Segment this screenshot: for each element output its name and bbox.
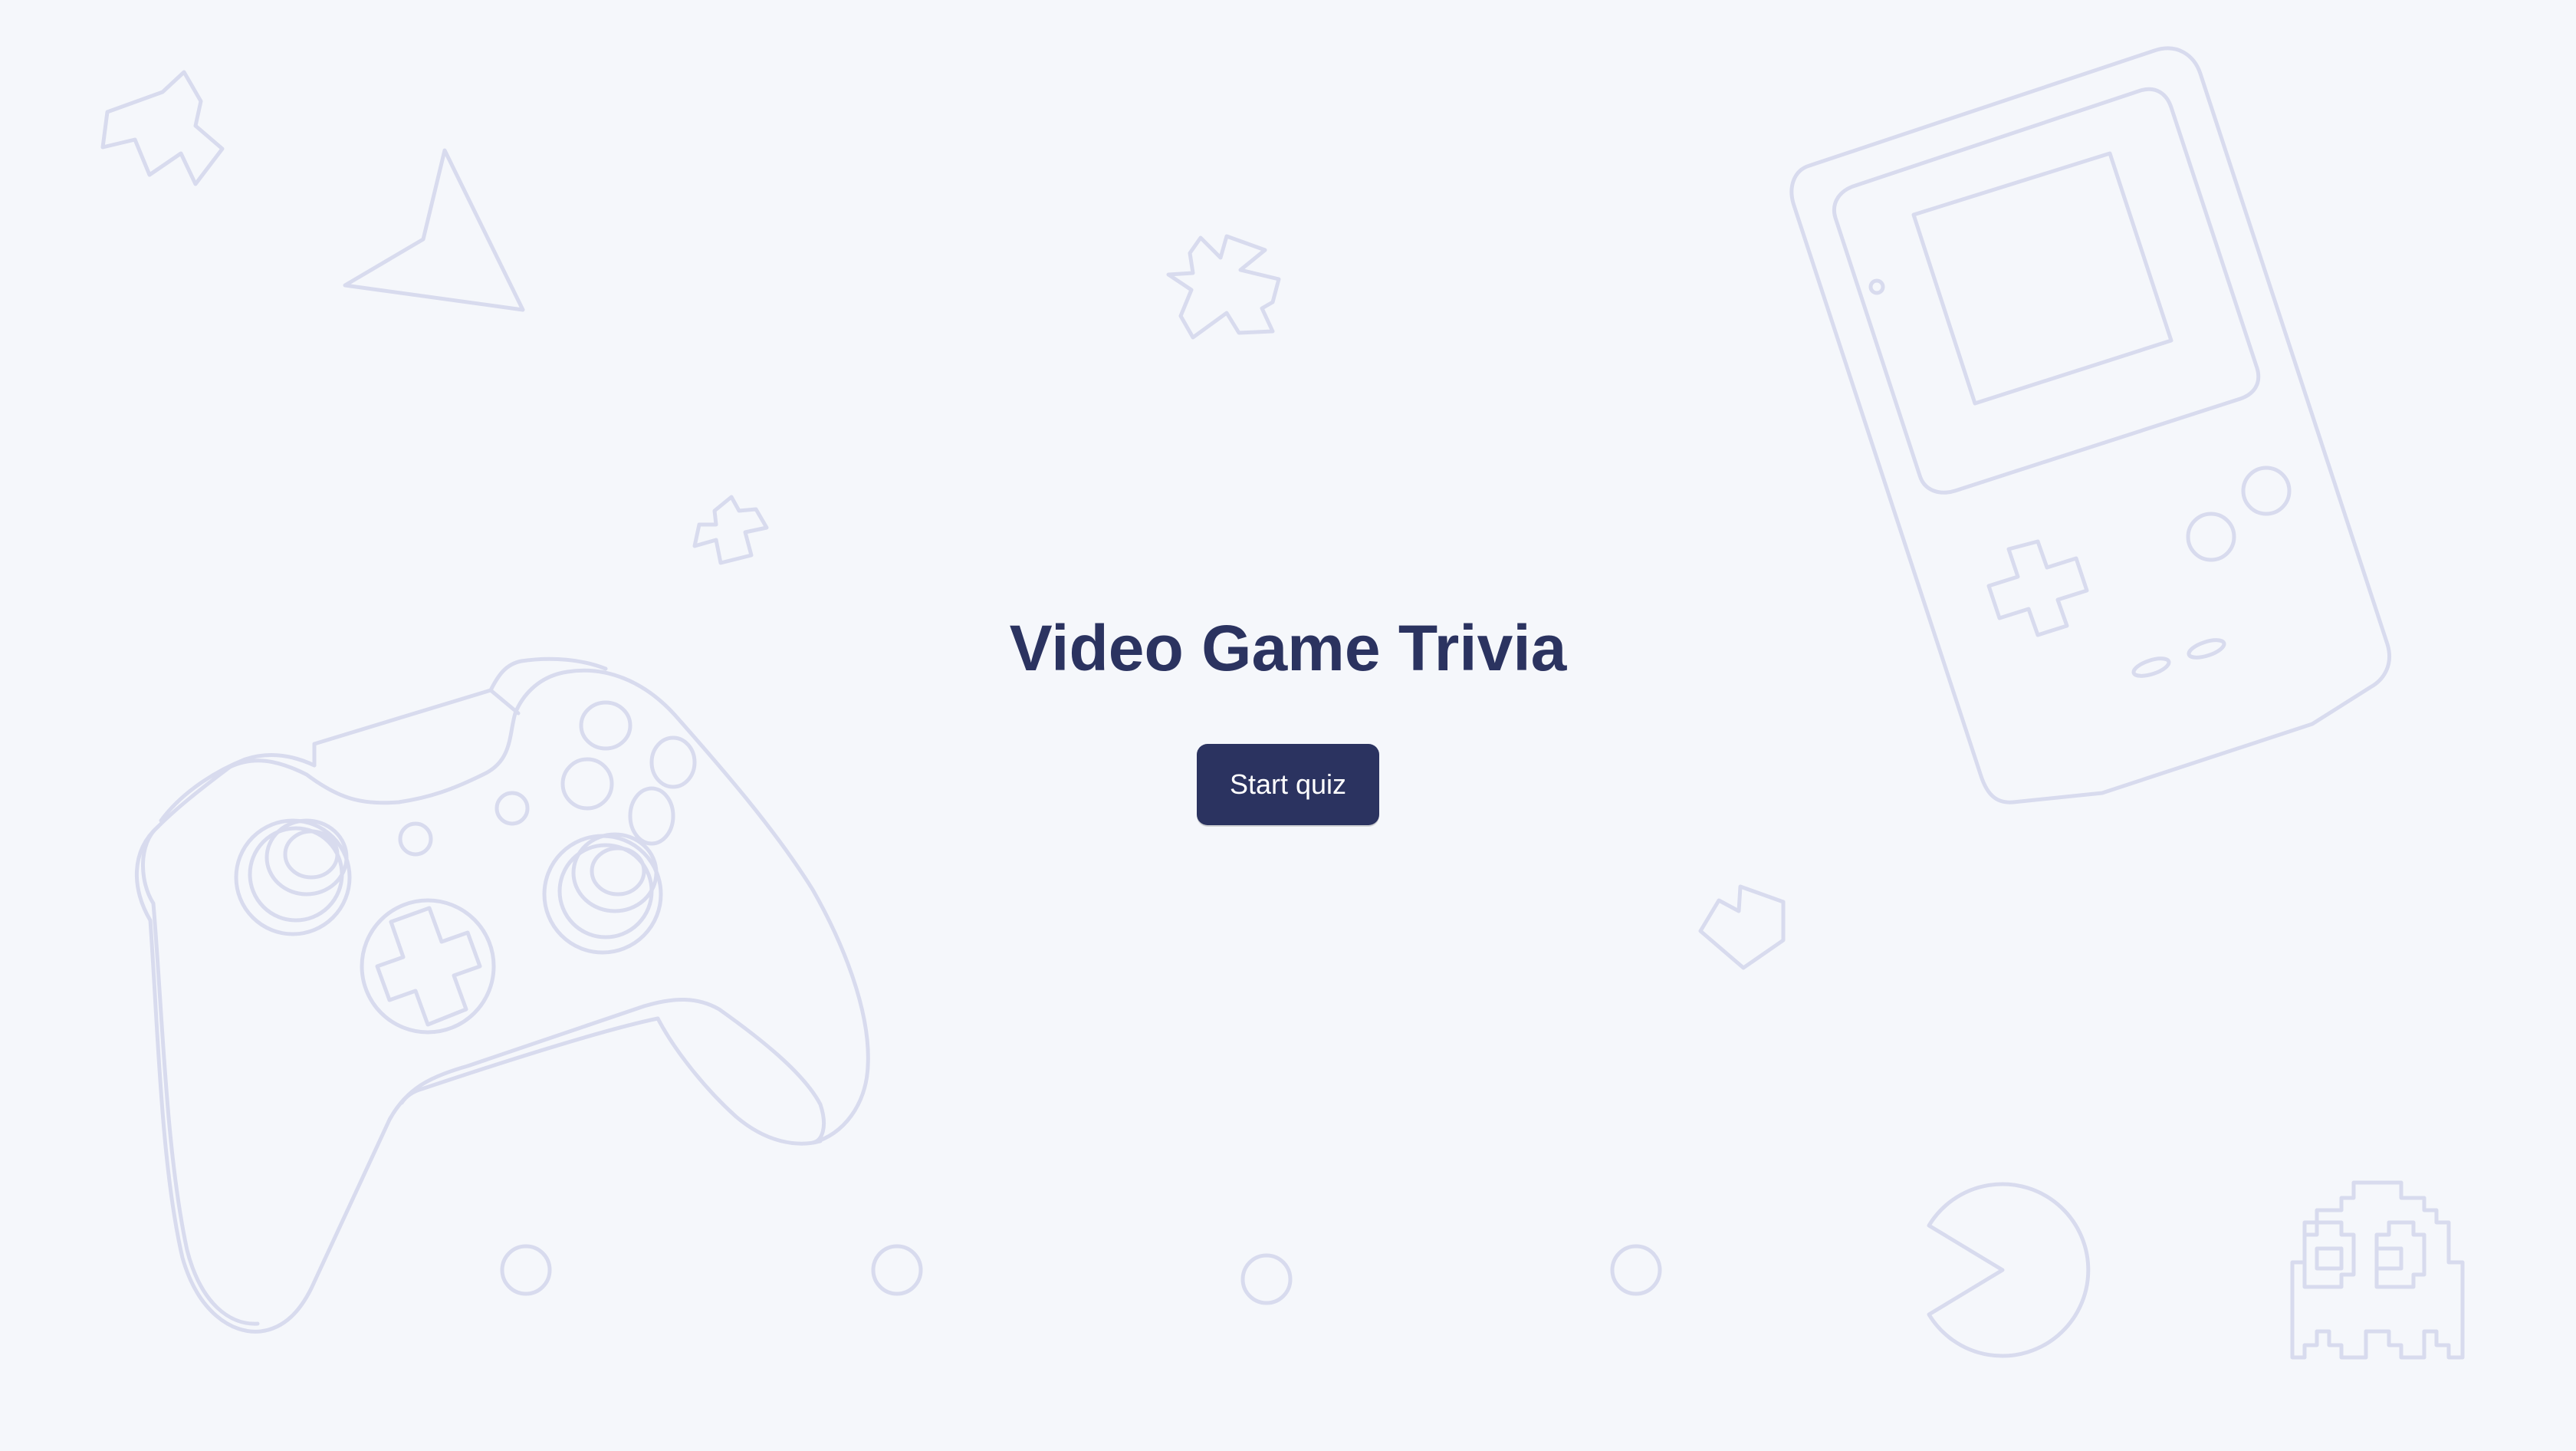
pellet-icon <box>500 1244 552 1296</box>
arrow-ship-icon <box>343 148 525 312</box>
pellet-icon <box>871 1244 923 1296</box>
asteroid-icon <box>1698 884 1786 970</box>
asteroid-icon <box>692 495 769 565</box>
start-panel: Video Game Trivia Start quiz <box>0 598 2576 825</box>
pellet-icon <box>1240 1253 1293 1305</box>
pellet-icon <box>1610 1244 1662 1296</box>
quiz-start-screen: Video Game Trivia Start quiz <box>0 0 2576 1451</box>
start-quiz-button[interactable]: Start quiz <box>1197 744 1379 825</box>
asteroid-icon <box>1166 234 1281 340</box>
asteroid-icon <box>100 70 225 186</box>
ghost-icon <box>2290 1180 2465 1360</box>
pac-man-icon <box>1927 1182 2091 1358</box>
quiz-title: Video Game Trivia <box>1009 612 1567 684</box>
